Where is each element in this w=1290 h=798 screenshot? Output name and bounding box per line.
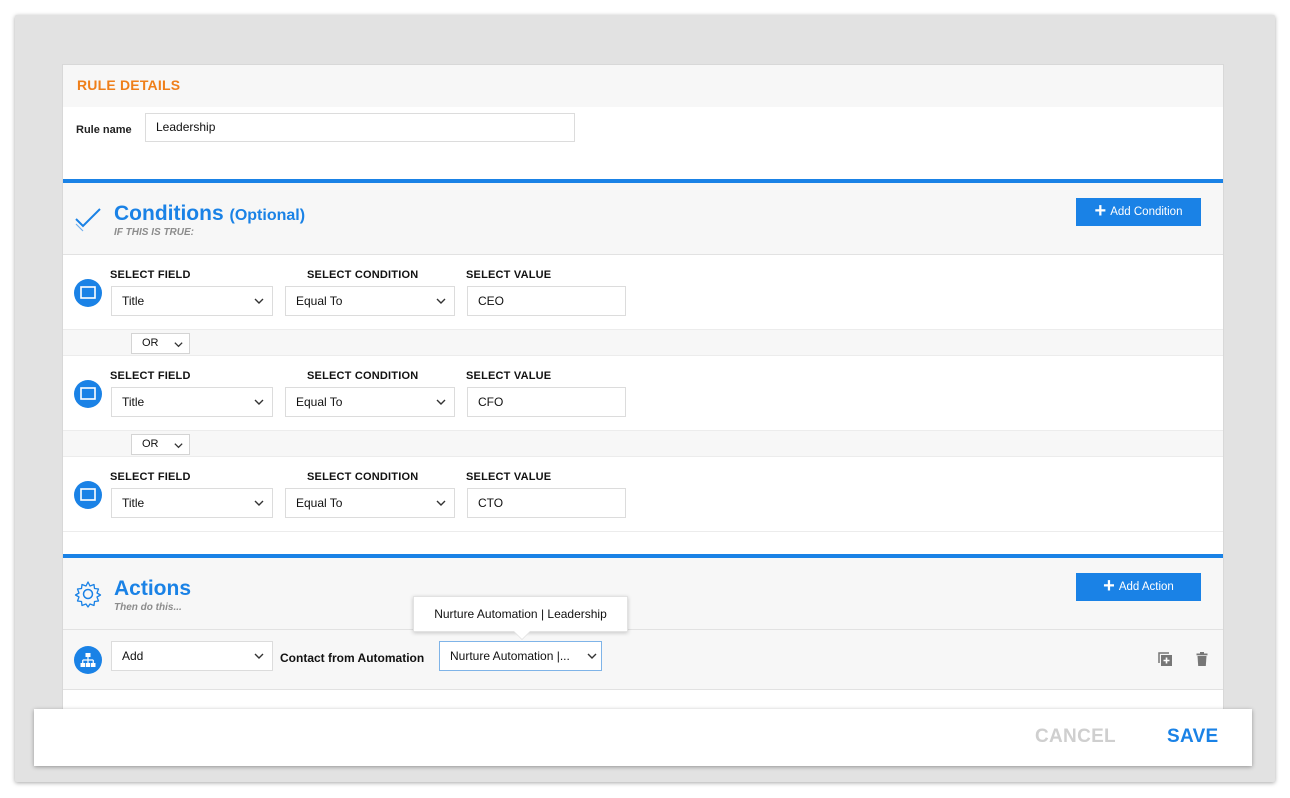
condition-select[interactable]: Equal To bbox=[285, 488, 455, 518]
condition-row: SELECT FIELD SELECT CONDITION SELECT VAL… bbox=[63, 457, 1223, 532]
add-action-button[interactable]: + Add Action bbox=[1076, 573, 1201, 601]
add-condition-button[interactable]: + Add Condition bbox=[1076, 198, 1201, 226]
conditions-optional-text: (Optional) bbox=[229, 207, 306, 224]
field-select[interactable]: Title bbox=[111, 387, 273, 417]
select-condition-label: SELECT CONDITION bbox=[307, 269, 419, 281]
actions-subtitle: Then do this... bbox=[114, 602, 182, 613]
chevron-down-icon bbox=[587, 653, 597, 659]
automation-select-value: Nurture Automation |... bbox=[450, 649, 570, 663]
action-row: Add Contact from Automation Nurture Auto… bbox=[63, 630, 1223, 690]
conditions-title-text: Conditions bbox=[114, 202, 224, 225]
checkmark-icon bbox=[75, 208, 101, 232]
condition-select[interactable]: Equal To bbox=[285, 387, 455, 417]
automation-select[interactable]: Nurture Automation |... bbox=[439, 641, 602, 671]
field-select[interactable]: Title bbox=[111, 286, 273, 316]
rule-details-title: RULE DETAILS bbox=[77, 77, 181, 93]
automation-tooltip: Nurture Automation | Leadership bbox=[413, 596, 628, 632]
add-action-label: Add Action bbox=[1118, 581, 1174, 593]
action-target-label: Contact from Automation bbox=[280, 651, 425, 665]
rule-details-header: RULE DETAILS bbox=[63, 65, 1223, 107]
field-select-value: Title bbox=[122, 496, 145, 510]
condition-select-value: Equal To bbox=[296, 294, 343, 308]
chevron-down-icon bbox=[174, 443, 183, 449]
select-field-label: SELECT FIELD bbox=[110, 370, 191, 382]
hierarchy-icon bbox=[74, 646, 102, 674]
action-verb-value: Add bbox=[122, 649, 144, 663]
select-value-label: SELECT VALUE bbox=[466, 370, 552, 382]
condition-row: SELECT FIELD SELECT CONDITION SELECT VAL… bbox=[63, 356, 1223, 431]
chevron-down-icon bbox=[254, 500, 264, 506]
actions-title: Actions bbox=[114, 577, 192, 600]
conditions-header: Conditions (Optional) IF THIS IS TRUE: +… bbox=[63, 183, 1223, 255]
conditions-subtitle: IF THIS IS TRUE: bbox=[114, 227, 194, 238]
rule-name-label: Rule name bbox=[76, 124, 132, 136]
condition-row: SELECT FIELD SELECT CONDITION SELECT VAL… bbox=[63, 255, 1223, 330]
rule-name-row: Rule name Leadership bbox=[63, 107, 1223, 179]
or-select-value: OR bbox=[142, 337, 159, 349]
plus-icon: + bbox=[1094, 200, 1107, 222]
chevron-down-icon bbox=[254, 298, 264, 304]
chevron-down-icon bbox=[436, 399, 446, 405]
plus-icon: + bbox=[1103, 575, 1115, 597]
or-select[interactable]: OR bbox=[131, 333, 190, 354]
gear-icon bbox=[74, 581, 102, 608]
select-field-label: SELECT FIELD bbox=[110, 471, 191, 483]
field-select[interactable]: Title bbox=[111, 488, 273, 518]
condition-select[interactable]: Equal To bbox=[285, 286, 455, 316]
field-select-value: Title bbox=[122, 395, 145, 409]
value-input[interactable]: CFO bbox=[467, 387, 626, 417]
field-select-value: Title bbox=[122, 294, 145, 308]
condition-select-value: Equal To bbox=[296, 395, 343, 409]
or-connector-row: OR bbox=[63, 431, 1223, 457]
chevron-down-icon bbox=[436, 500, 446, 506]
or-select[interactable]: OR bbox=[131, 434, 190, 455]
duplicate-icon[interactable] bbox=[1157, 651, 1173, 667]
trash-icon[interactable] bbox=[1194, 651, 1210, 667]
value-input[interactable]: CEO bbox=[467, 286, 626, 316]
select-condition-label: SELECT CONDITION bbox=[307, 471, 419, 483]
monitor-icon bbox=[74, 481, 102, 509]
chevron-down-icon bbox=[174, 342, 183, 348]
dialog-footer: CANCEL SAVE bbox=[34, 709, 1252, 766]
action-verb-select[interactable]: Add bbox=[111, 641, 273, 671]
select-value-label: SELECT VALUE bbox=[466, 269, 552, 281]
value-input[interactable]: CTO bbox=[467, 488, 626, 518]
chevron-down-icon bbox=[254, 653, 264, 659]
select-field-label: SELECT FIELD bbox=[110, 269, 191, 281]
section-gap bbox=[63, 532, 1223, 554]
conditions-title: Conditions (Optional) bbox=[114, 202, 305, 226]
add-condition-label: Add Condition bbox=[1110, 206, 1183, 218]
save-button[interactable]: SAVE bbox=[1167, 726, 1219, 748]
actions-header: Actions Then do this... + Add Action bbox=[63, 558, 1223, 630]
rule-editor-card: RULE DETAILS Rule name Leadership Condit… bbox=[62, 64, 1224, 724]
chevron-down-icon bbox=[254, 399, 264, 405]
condition-select-value: Equal To bbox=[296, 496, 343, 510]
monitor-icon bbox=[74, 380, 102, 408]
select-value-label: SELECT VALUE bbox=[466, 471, 552, 483]
monitor-icon bbox=[74, 279, 102, 307]
or-connector-row: OR bbox=[63, 330, 1223, 356]
rule-name-input[interactable]: Leadership bbox=[145, 113, 575, 142]
or-select-value: OR bbox=[142, 438, 159, 450]
cancel-button[interactable]: CANCEL bbox=[1035, 726, 1116, 748]
chevron-down-icon bbox=[436, 298, 446, 304]
select-condition-label: SELECT CONDITION bbox=[307, 370, 419, 382]
